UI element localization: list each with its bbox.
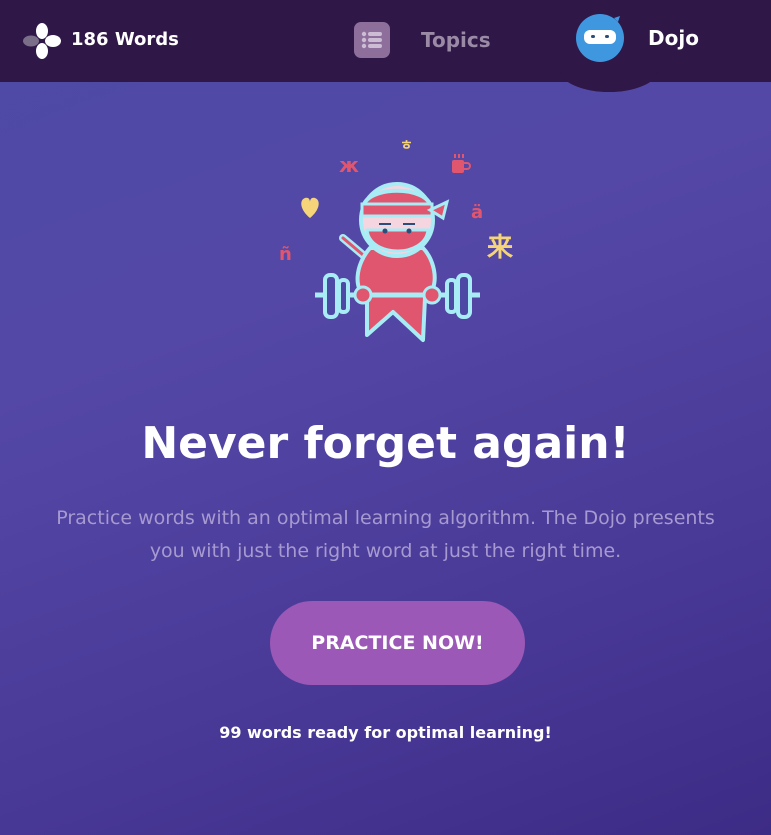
page-description: Practice words with an optimal learning … (56, 507, 715, 562)
active-tab-indicator (560, 70, 658, 92)
ready-words-status: 99 words ready for optimal learning! (219, 723, 552, 742)
app-logo-icon[interactable] (22, 22, 62, 60)
heart-icon (301, 197, 319, 218)
tab-dojo-label: Dojo (648, 26, 699, 50)
tab-topics-label: Topics (421, 28, 491, 52)
glyph-hangul-h: ㅎ (400, 138, 413, 154)
glyph-n-tilde: ñ (279, 244, 292, 265)
tab-topics[interactable]: Topics (354, 22, 491, 58)
ninja-illustration: ж ㅎ ä ñ 来 (279, 138, 514, 342)
coffee-cup-icon (452, 154, 471, 173)
ninja-avatar-icon (576, 14, 624, 62)
glyph-cyrillic-zhe: ж (339, 153, 359, 177)
tab-dojo[interactable]: Dojo (576, 14, 699, 62)
word-count[interactable]: 186 Words (71, 29, 179, 50)
glyph-a-umlaut: ä (471, 202, 483, 223)
glyph-chinese-lai: 来 (487, 233, 514, 263)
page-headline: Never forget again! (141, 418, 630, 469)
practice-now-button[interactable]: PRACTICE NOW! (270, 601, 525, 685)
list-icon (354, 22, 390, 58)
